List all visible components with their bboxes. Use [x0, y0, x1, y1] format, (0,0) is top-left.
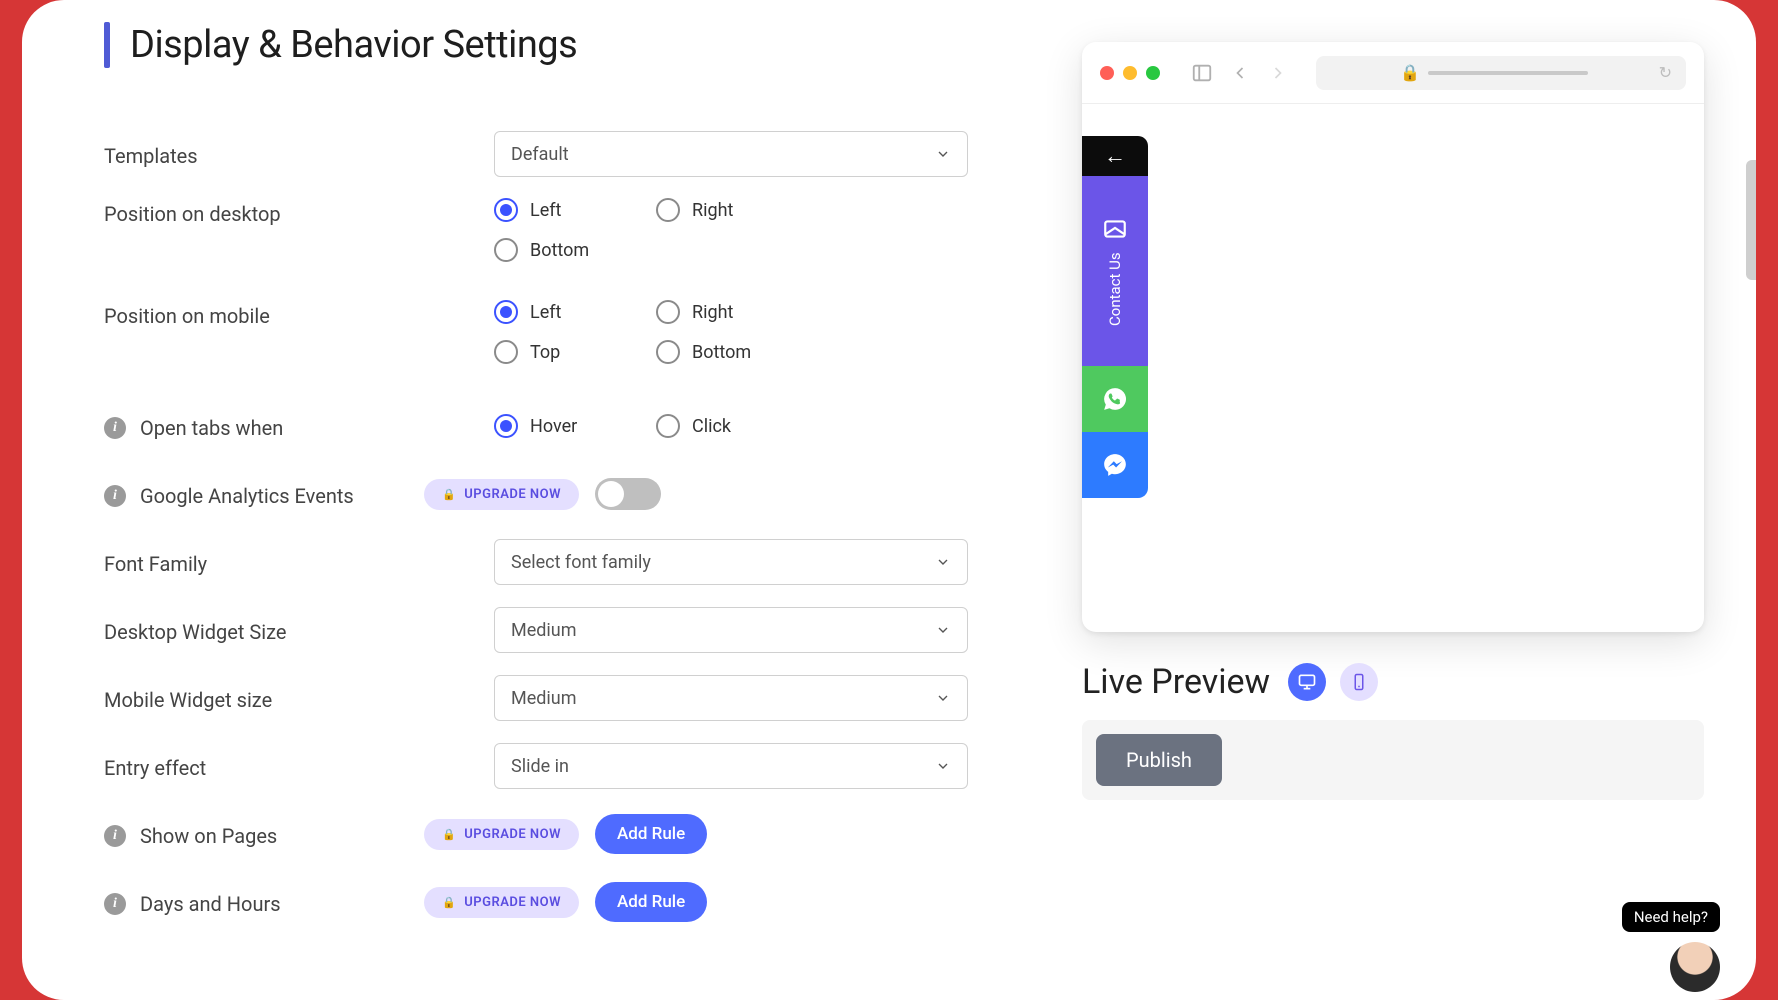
radio-mobile-top[interactable]: Top: [494, 340, 656, 364]
widget-collapse-arrow[interactable]: ←: [1082, 136, 1148, 176]
nav-back-icon[interactable]: [1226, 59, 1254, 87]
mail-icon: [1102, 216, 1128, 242]
radio-mobile-bottom[interactable]: Bottom: [656, 340, 818, 364]
add-rule-button-days[interactable]: Add Rule: [595, 882, 707, 922]
window-min-dot[interactable]: [1123, 66, 1137, 80]
radio-desktop-left[interactable]: Left: [494, 198, 656, 222]
radio-open-hover[interactable]: Hover: [494, 414, 656, 438]
window-close-dot[interactable]: [1100, 66, 1114, 80]
label-pos-mobile: Position on mobile: [104, 300, 494, 328]
whatsapp-icon: [1102, 386, 1128, 412]
sidebar-toggle-icon[interactable]: [1188, 59, 1216, 87]
label-open-tabs: i Open tabs when: [104, 412, 494, 440]
label-entry: Entry effect: [104, 752, 494, 780]
page-title-text: Display & Behavior Settings: [130, 23, 577, 67]
upgrade-button-ga[interactable]: 🔒 UPGRADE NOW: [424, 479, 579, 510]
radio-mobile-left[interactable]: Left: [494, 300, 656, 324]
select-templates[interactable]: Default: [494, 131, 968, 177]
browser-toolbar: 🔒 ↻: [1082, 42, 1704, 104]
address-bar[interactable]: 🔒 ↻: [1316, 56, 1686, 90]
help-avatar[interactable]: [1670, 942, 1720, 992]
add-rule-button-pages[interactable]: Add Rule: [595, 814, 707, 854]
select-templates-value: Default: [511, 144, 569, 165]
radio-mobile-right[interactable]: Right: [656, 300, 818, 324]
select-entry[interactable]: Slide in: [494, 743, 968, 789]
label-templates: Templates: [104, 140, 494, 168]
select-mobile-size[interactable]: Medium: [494, 675, 968, 721]
window-max-dot[interactable]: [1146, 66, 1160, 80]
lock-icon: 🔒: [1400, 63, 1420, 82]
radio-desktop-bottom[interactable]: Bottom: [494, 238, 656, 262]
info-icon[interactable]: i: [104, 893, 126, 915]
toggle-ga[interactable]: [595, 478, 661, 510]
label-pos-desktop: Position on desktop: [104, 198, 494, 226]
mobile-icon: [1350, 673, 1368, 691]
chevron-down-icon: [935, 758, 951, 774]
label-font: Font Family: [104, 548, 494, 576]
info-icon[interactable]: i: [104, 417, 126, 439]
upgrade-button-pages[interactable]: 🔒 UPGRADE NOW: [424, 819, 579, 850]
widget-contact-tab[interactable]: Contact Us: [1082, 176, 1148, 366]
lock-icon: 🔒: [442, 896, 456, 909]
radio-desktop-right[interactable]: Right: [656, 198, 818, 222]
reload-icon[interactable]: ↻: [1659, 63, 1672, 82]
chevron-down-icon: [935, 146, 951, 162]
select-font[interactable]: Select font family: [494, 539, 968, 585]
monitor-icon: [1297, 672, 1317, 692]
preview-mobile-button[interactable]: [1340, 663, 1378, 701]
lock-icon: 🔒: [442, 488, 456, 501]
label-mobile-size: Mobile Widget size: [104, 684, 494, 712]
chevron-down-icon: [935, 554, 951, 570]
label-desktop-size: Desktop Widget Size: [104, 616, 494, 644]
preview-desktop-button[interactable]: [1288, 663, 1326, 701]
label-ga: i Google Analytics Events: [104, 480, 424, 508]
label-days-hours: i Days and Hours: [104, 888, 424, 916]
address-placeholder: [1428, 71, 1588, 75]
publish-bar: Publish: [1082, 720, 1704, 800]
info-icon[interactable]: i: [104, 825, 126, 847]
scrollbar-thumb[interactable]: [1746, 160, 1756, 280]
chevron-down-icon: [935, 690, 951, 706]
page-title: Display & Behavior Settings: [104, 22, 1040, 68]
help-tooltip[interactable]: Need help?: [1622, 902, 1720, 932]
select-desktop-size[interactable]: Medium: [494, 607, 968, 653]
lock-icon: 🔒: [442, 828, 456, 841]
preview-browser: 🔒 ↻ ← Contact Us: [1082, 42, 1704, 632]
title-accent-bar: [104, 22, 110, 68]
widget-whatsapp-tab[interactable]: [1082, 366, 1148, 432]
chevron-down-icon: [935, 622, 951, 638]
radio-open-click[interactable]: Click: [656, 414, 818, 438]
messenger-icon: [1102, 452, 1128, 478]
label-show-pages: i Show on Pages: [104, 820, 424, 848]
info-icon[interactable]: i: [104, 485, 126, 507]
nav-forward-icon[interactable]: [1264, 59, 1292, 87]
preview-widget: ← Contact Us: [1082, 136, 1148, 498]
publish-button[interactable]: Publish: [1096, 734, 1222, 786]
widget-messenger-tab[interactable]: [1082, 432, 1148, 498]
upgrade-button-days[interactable]: 🔒 UPGRADE NOW: [424, 887, 579, 918]
live-preview-title: Live Preview: [1082, 662, 1270, 702]
